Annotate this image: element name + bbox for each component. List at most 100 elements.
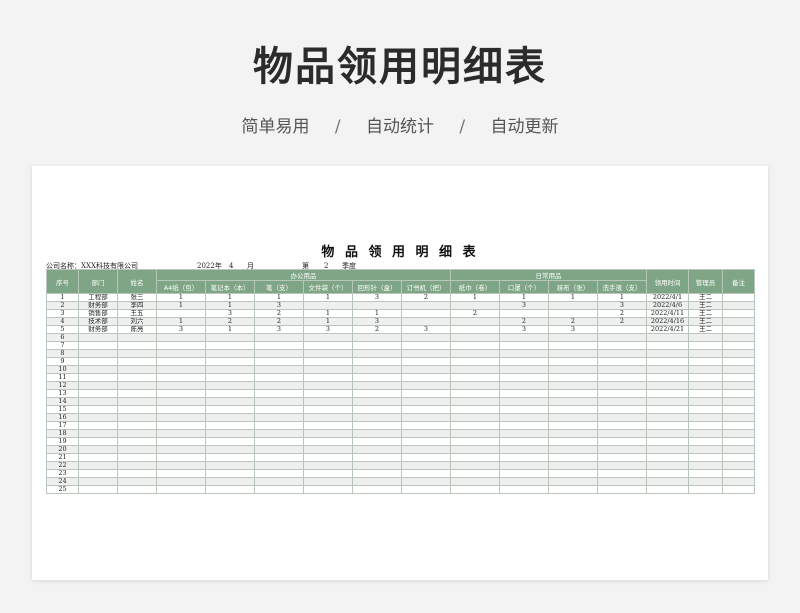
header-notebook: 笔记本（本） bbox=[205, 280, 255, 294]
table-cell bbox=[117, 373, 157, 382]
table-cell: 11 bbox=[46, 373, 79, 382]
header-daily-supplies: 日常用品 bbox=[450, 269, 647, 281]
table-cell: 2022/4/21 bbox=[646, 325, 689, 334]
table-cell: 1 bbox=[156, 301, 206, 310]
table-cell bbox=[548, 437, 598, 446]
table-cell bbox=[722, 477, 755, 486]
table-cell bbox=[499, 333, 549, 342]
table-cell bbox=[117, 357, 157, 366]
table-cell bbox=[156, 445, 206, 454]
table-cell: 2022/4/1 bbox=[646, 293, 689, 302]
table-cell bbox=[722, 397, 755, 406]
table-cell: 2022/4/6 bbox=[646, 301, 689, 310]
table-cell bbox=[499, 349, 549, 358]
table-cell bbox=[688, 341, 723, 350]
table-cell: 工程部 bbox=[78, 293, 118, 302]
table-cell bbox=[688, 485, 723, 494]
table-cell bbox=[254, 357, 304, 366]
table-cell bbox=[352, 445, 402, 454]
table-cell bbox=[450, 405, 500, 414]
table-cell: 1 bbox=[205, 293, 255, 302]
table-cell bbox=[117, 469, 157, 478]
table-row: 1 工程部 张三 1 1 1 1 3 2 1 1 1 1 2022/4/1 王二 bbox=[46, 293, 755, 302]
table-cell bbox=[450, 469, 500, 478]
table-cell bbox=[722, 413, 755, 422]
table-cell bbox=[352, 349, 402, 358]
table-cell bbox=[254, 477, 304, 486]
table-cell: 19 bbox=[46, 437, 79, 446]
table-cell bbox=[205, 389, 255, 398]
table-header: 序号 部门 姓名 办公用品 日常用品 领用时间 管理员 备注 A4纸（包） 笔记… bbox=[46, 269, 755, 294]
table-row: 2 财务部 李四 1 1 3 3 3 2022/4/6 王二 bbox=[46, 301, 755, 310]
table-cell bbox=[450, 477, 500, 486]
table-cell bbox=[352, 381, 402, 390]
table-cell bbox=[646, 357, 689, 366]
table-cell: 财务部 bbox=[78, 301, 118, 310]
table-cell: 5 bbox=[46, 325, 79, 334]
table-cell bbox=[352, 333, 402, 342]
table-cell: 2 bbox=[499, 317, 549, 326]
table-cell bbox=[646, 373, 689, 382]
table-cell bbox=[352, 469, 402, 478]
header-office-supplies: 办公用品 bbox=[156, 269, 451, 281]
table-cell bbox=[597, 453, 647, 462]
table-cell bbox=[722, 389, 755, 398]
table-row: 4 技术部 刘六 1 2 2 1 3 2 2 2 2022/4/16 王二 bbox=[46, 317, 755, 326]
table-cell bbox=[597, 469, 647, 478]
table-cell: 25 bbox=[46, 485, 79, 494]
table-cell: 3 bbox=[303, 325, 353, 334]
table-cell bbox=[597, 445, 647, 454]
table-cell bbox=[450, 357, 500, 366]
table-cell bbox=[450, 421, 500, 430]
table-cell bbox=[205, 365, 255, 374]
table-cell bbox=[401, 397, 451, 406]
table-cell bbox=[117, 405, 157, 414]
table-cell bbox=[303, 437, 353, 446]
table-cell bbox=[722, 437, 755, 446]
table-cell: 1 bbox=[548, 293, 598, 302]
table-cell bbox=[156, 413, 206, 422]
table-cell bbox=[646, 333, 689, 342]
table-cell bbox=[352, 357, 402, 366]
table-cell bbox=[646, 437, 689, 446]
table-cell bbox=[722, 317, 755, 326]
table-cell bbox=[688, 405, 723, 414]
table-cell bbox=[303, 445, 353, 454]
table-cell bbox=[597, 357, 647, 366]
table-cell: 刘六 bbox=[117, 317, 157, 326]
table-cell bbox=[352, 453, 402, 462]
table-cell bbox=[548, 397, 598, 406]
table-cell bbox=[117, 413, 157, 422]
table-cell bbox=[499, 469, 549, 478]
table-cell bbox=[450, 461, 500, 470]
table-cell bbox=[499, 373, 549, 382]
table-cell bbox=[548, 381, 598, 390]
table-cell bbox=[254, 485, 304, 494]
table-cell bbox=[499, 341, 549, 350]
table-row: 13 bbox=[46, 389, 755, 398]
table-cell bbox=[499, 309, 549, 318]
table-cell bbox=[205, 469, 255, 478]
table-cell bbox=[450, 413, 500, 422]
table-cell bbox=[205, 405, 255, 414]
table-cell bbox=[352, 397, 402, 406]
table-cell bbox=[688, 445, 723, 454]
table-cell bbox=[352, 437, 402, 446]
table-cell bbox=[401, 437, 451, 446]
table-cell: 3 bbox=[499, 325, 549, 334]
table-cell bbox=[597, 341, 647, 350]
table-cell bbox=[78, 453, 118, 462]
header-file-bag: 文件袋（个） bbox=[303, 280, 353, 294]
table-row: 18 bbox=[46, 429, 755, 438]
table-cell bbox=[303, 469, 353, 478]
table-cell bbox=[688, 429, 723, 438]
sheet-title: 物 品 领 用 明 细 表 bbox=[321, 245, 479, 260]
table-cell bbox=[499, 397, 549, 406]
table-cell bbox=[646, 469, 689, 478]
table-cell bbox=[205, 381, 255, 390]
table-cell: 张三 bbox=[117, 293, 157, 302]
table-cell bbox=[688, 397, 723, 406]
table-cell bbox=[722, 357, 755, 366]
table-cell bbox=[401, 309, 451, 318]
table-cell bbox=[722, 301, 755, 310]
